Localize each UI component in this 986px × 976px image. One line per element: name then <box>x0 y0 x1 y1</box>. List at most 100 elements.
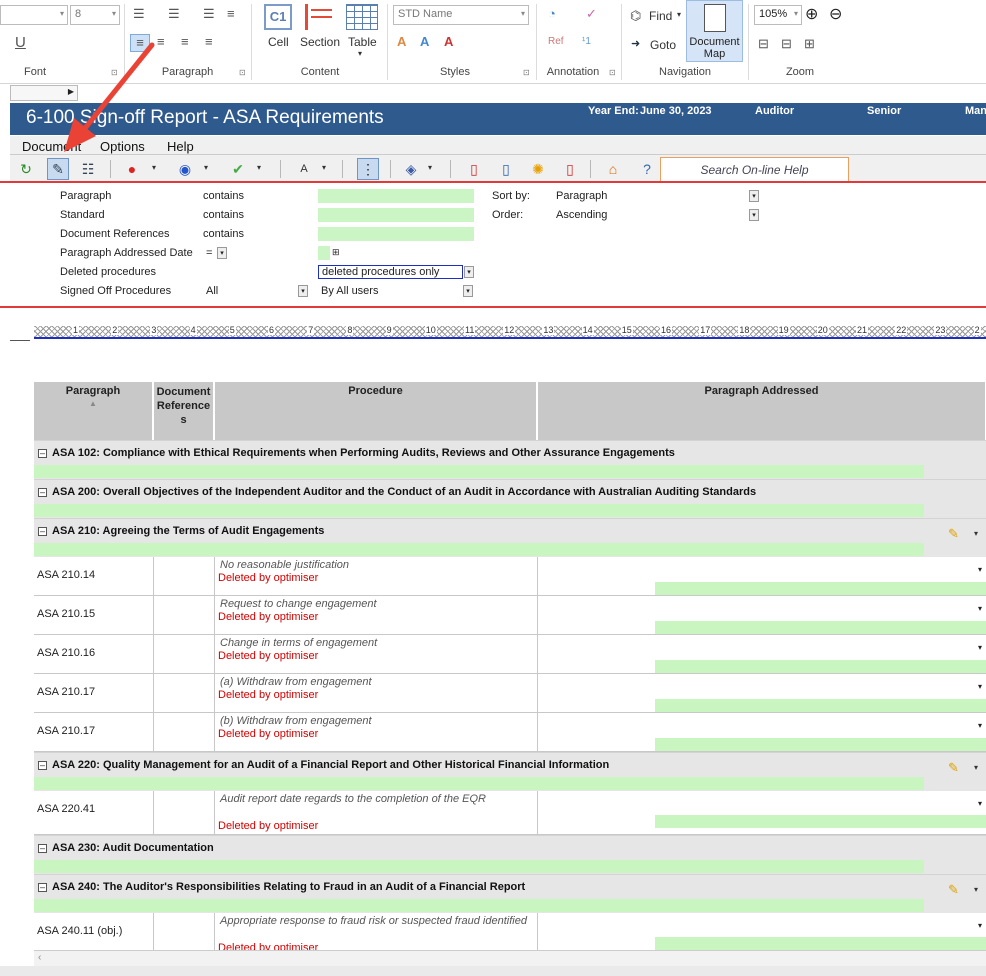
doc-money-icon[interactable]: ▯ <box>495 158 517 180</box>
row-addressed-dropdown-icon[interactable]: ▾ <box>978 921 982 930</box>
row-addressed-field[interactable] <box>655 937 986 950</box>
filter-date-field[interactable] <box>318 246 330 260</box>
menu-help[interactable]: Help <box>167 139 194 154</box>
filter-deleted-combo[interactable]: deleted procedures only <box>318 265 463 279</box>
column-header-paragraph[interactable]: Paragraph ▲ <box>34 382 153 440</box>
signoff-edit-icon[interactable]: ✎ <box>47 158 69 180</box>
sun-icon[interactable]: ✺ <box>527 158 549 180</box>
cell-docref[interactable] <box>154 713 215 752</box>
zoom-out-icon[interactable]: ⊖ <box>829 4 842 24</box>
table-icon[interactable] <box>346 4 378 30</box>
tag-dropdown-icon[interactable]: ▾ <box>428 163 432 172</box>
text-dropdown-icon[interactable]: ▾ <box>322 163 326 172</box>
cell-button-label[interactable]: Cell <box>268 35 289 49</box>
pencil-dropdown-icon[interactable]: ▾ <box>974 763 978 772</box>
style-a1-icon[interactable]: A <box>397 34 406 49</box>
style-a2-icon[interactable]: A <box>420 34 429 49</box>
collapse-icon[interactable]: – <box>38 844 47 853</box>
column-header-procedure[interactable]: Procedure <box>215 382 537 440</box>
filter-date-op-dropdown-icon[interactable]: ▾ <box>217 247 227 259</box>
font-name-combo[interactable]: ▾ <box>0 5 68 25</box>
filter-date-op[interactable]: = <box>206 247 212 259</box>
cell-icon[interactable]: C1 <box>264 4 292 30</box>
section-button-label[interactable]: Section <box>300 35 340 49</box>
find-button[interactable]: Find <box>649 9 672 23</box>
table-button-label[interactable]: Table <box>348 35 377 49</box>
annotation-check-icon[interactable]: ✓ <box>586 6 597 22</box>
table-dropdown-icon[interactable]: ▾ <box>358 49 362 58</box>
font-size-combo[interactable]: 8 ▾ <box>70 5 120 25</box>
section-green-field[interactable] <box>34 860 924 873</box>
home-icon[interactable]: ⌂ <box>602 158 624 180</box>
circle-blue-icon[interactable]: ◉ <box>174 158 196 180</box>
filter-standard-op[interactable]: contains <box>203 209 244 221</box>
section-icon[interactable] <box>305 4 335 30</box>
collapse-icon[interactable]: – <box>38 488 47 497</box>
collapse-icon[interactable]: – <box>38 761 47 770</box>
page-view-1-icon[interactable]: ⊟ <box>758 36 769 52</box>
page-view-3-icon[interactable]: ⊞ <box>804 36 815 52</box>
filter-deleted-dropdown-icon[interactable]: ▾ <box>464 266 474 278</box>
reference-icon[interactable]: Ref <box>548 36 564 47</box>
section-green-field[interactable] <box>34 543 924 556</box>
refresh-icon[interactable]: ↻ <box>15 158 37 180</box>
row-addressed-dropdown-icon[interactable]: ▾ <box>978 721 982 730</box>
ruler-toggle-icon[interactable]: ⋮ <box>357 158 379 180</box>
calendar-icon[interactable]: ⊞ <box>332 247 340 258</box>
style-a3-icon[interactable]: A <box>444 34 453 49</box>
zoom-in-icon[interactable]: ⊕ <box>805 4 818 24</box>
indent-icon[interactable]: ≡ <box>227 6 235 21</box>
alert-dropdown-icon[interactable]: ▾ <box>152 163 156 172</box>
style-combo[interactable]: STD Name ▾ <box>393 5 529 25</box>
table-horizontal-scrollbar[interactable]: ‹ <box>34 950 986 966</box>
cell-docref[interactable] <box>154 596 215 635</box>
underline-button[interactable]: U <box>15 34 26 51</box>
help-icon[interactable]: ? <box>636 158 658 180</box>
filter-users-dropdown-icon[interactable]: ▾ <box>463 285 473 297</box>
row-addressed-field[interactable] <box>655 660 986 673</box>
row-addressed-field[interactable] <box>655 699 986 712</box>
alert-icon[interactable]: ● <box>121 158 143 180</box>
row-addressed-field[interactable] <box>655 621 986 634</box>
filter-docref-field[interactable] <box>318 227 474 241</box>
section-green-field[interactable] <box>34 465 924 478</box>
collapse-icon[interactable]: – <box>38 449 47 458</box>
section-green-field[interactable] <box>34 504 924 517</box>
row-addressed-field[interactable] <box>655 738 986 751</box>
filter-list-icon[interactable]: ☷ <box>77 158 99 180</box>
section-green-field[interactable] <box>34 777 924 790</box>
circle-dropdown-icon[interactable]: ▾ <box>204 163 208 172</box>
row-addressed-dropdown-icon[interactable]: ▾ <box>978 682 982 691</box>
pencil-dropdown-icon[interactable]: ▾ <box>974 529 978 538</box>
cell-docref[interactable] <box>154 791 215 835</box>
filter-paragraph-op[interactable]: contains <box>203 190 244 202</box>
goto-button[interactable]: Goto <box>650 38 676 52</box>
filter-docref-op[interactable]: contains <box>203 228 244 240</box>
column-header-addressed[interactable]: Paragraph Addressed <box>538 382 986 440</box>
cell-docref[interactable] <box>154 674 215 713</box>
sort-by-value[interactable]: Paragraph <box>556 190 607 202</box>
doc-alert-icon[interactable]: ▯ <box>463 158 485 180</box>
section-green-field[interactable] <box>34 899 924 912</box>
multilevel-icon[interactable]: ☰ <box>203 6 215 22</box>
footnote-icon[interactable]: ¹1 <box>582 36 591 47</box>
pencil-lightning-icon[interactable]: ✎ <box>948 882 959 898</box>
filter-signedoff-op[interactable]: All <box>206 285 218 297</box>
bullets-icon[interactable]: ☰ <box>133 6 145 22</box>
cell-docref[interactable] <box>154 635 215 674</box>
row-addressed-field[interactable] <box>655 582 986 595</box>
pencil-dropdown-icon[interactable]: ▾ <box>974 885 978 894</box>
cell-docref[interactable] <box>154 913 215 952</box>
row-addressed-dropdown-icon[interactable]: ▾ <box>978 565 982 574</box>
doc-check-icon[interactable]: ▯ <box>559 158 581 180</box>
column-header-docref[interactable]: Document Reference s <box>154 382 214 440</box>
annotation-circle-icon[interactable]: ◔ <box>548 6 556 21</box>
annotation-launcher-icon[interactable]: ⊡ <box>609 68 616 77</box>
pencil-lightning-icon[interactable]: ✎ <box>948 760 959 776</box>
collapse-icon[interactable]: – <box>38 883 47 892</box>
text-box-icon[interactable]: A <box>293 158 315 180</box>
find-dropdown-icon[interactable]: ▾ <box>677 10 681 19</box>
numbering-icon[interactable]: ☰ <box>168 6 180 22</box>
paragraph-launcher-icon[interactable]: ⊡ <box>239 68 246 77</box>
search-online-help-input[interactable]: Search On-line Help <box>660 157 849 182</box>
